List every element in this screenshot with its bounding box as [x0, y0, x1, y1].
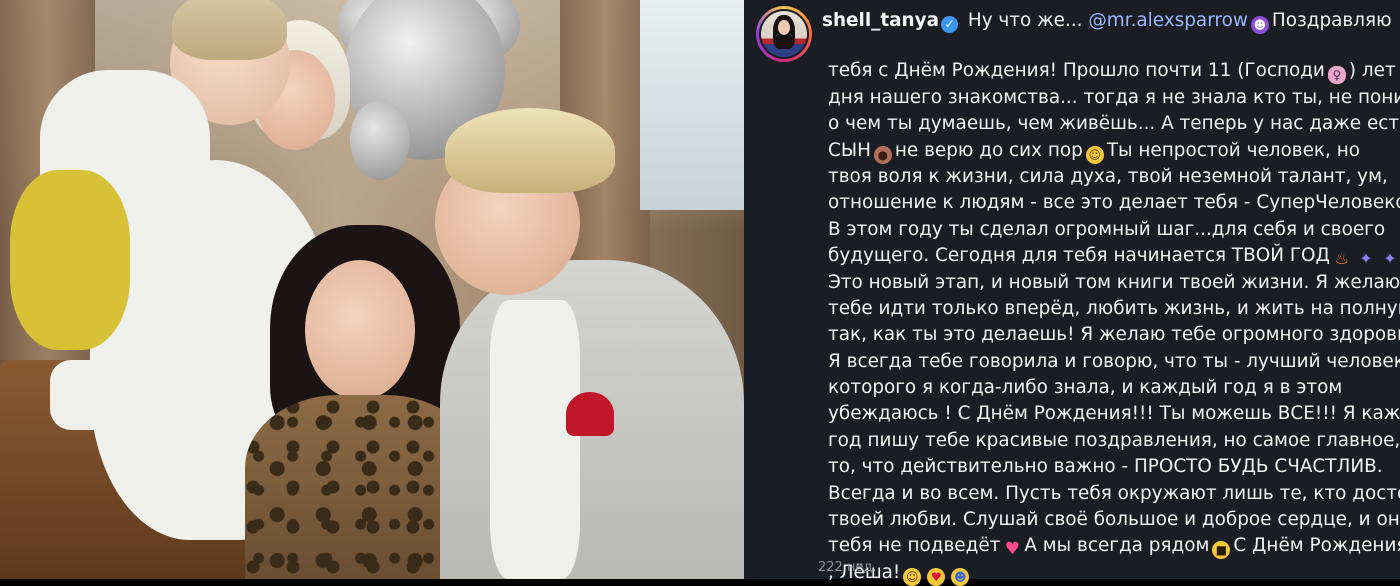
post-timestamp[interactable]: 222 нед. [818, 560, 877, 575]
caption-line: В этом году ты сделал огромный шаг...для… [828, 218, 1386, 240]
sunglasses-face-emoji-icon: ■ [1212, 541, 1231, 560]
avatar-frame [759, 9, 809, 59]
caption-line: которого я когда-либо знала, и каждый го… [828, 377, 1343, 399]
caption-line [756, 32, 1394, 58]
photo-baby-hair [172, 0, 287, 60]
photo-man-hair [445, 108, 615, 193]
caption-line: отношение к людям - все это делает тебя … [828, 192, 1400, 214]
caption-line: дня нашего знакомства... тогда я не знал… [828, 86, 1400, 108]
avatar[interactable] [756, 6, 812, 62]
caption-segment: СЫН [828, 139, 871, 161]
caption-segment: тебя не подведёт [828, 535, 1001, 557]
devil-emoji-icon: ☻ [1250, 16, 1269, 34]
heart-eyes-emoji-icon: ♥ [927, 567, 946, 586]
avatar-face [778, 20, 790, 35]
caption-line: тебя с Днём Рождения! Прошло почти 11 (Г… [828, 58, 1400, 85]
caption-line: shell_tanya ✓ Ну что же... @mr.alexsparro… [822, 8, 1392, 34]
post-caption-panel: shell_tanya ✓ Ну что же... @mr.alexsparro… [744, 0, 1400, 586]
post-view: shell_tanya ✓ Ну что же... @mr.alexsparro… [0, 0, 1400, 586]
caption-line: тебя не подведёт ♥ А мы всегда рядом ■ С Днё… [828, 533, 1400, 560]
party-popper-emoji-icon: ✦ [1383, 249, 1397, 269]
hugging-face-emoji-icon: ☺ [903, 567, 922, 586]
caption-line: твоей любви. Слушай своё большое и добро… [828, 509, 1400, 531]
caption-line: будущего. Сегодня для тебя начинается ТВ… [828, 243, 1397, 269]
caption-segment: А мы всегда рядом [1024, 535, 1210, 557]
photo-man-tshirt [490, 300, 580, 579]
caption-line: так, как ты это делаешь! Я желаю тебе ог… [828, 324, 1400, 346]
party-popper-emoji-icon: ✦ [1359, 249, 1373, 269]
facepalm-emoji-icon: ♀ [1327, 66, 1346, 85]
photo-baby-sock [50, 360, 120, 430]
see-no-evil-emoji-icon: ● [873, 145, 892, 164]
mention-link[interactable]: @mr.alexsparrow [1088, 10, 1248, 31]
caption-line: Это новый этап, и новый том книги твоей … [828, 271, 1400, 293]
caption-line: год пишу тебе красивые поздравления, но … [828, 429, 1400, 451]
caption-line: убеждаюсь ! С Днём Рождения!!! Ты можешь… [828, 403, 1400, 425]
avatar-image [761, 11, 807, 57]
photo-woman-center-face [305, 260, 415, 400]
photo-baby-pants [10, 170, 130, 350]
caption-line: , Лёша! ☺ ♥ ☻ [828, 560, 1394, 586]
caption-line: тебе идти только вперёд, любить жизнь, и… [828, 297, 1400, 319]
caption-line: СЫН ● не верю до сих пор ☺ Ты непростой чело… [828, 138, 1394, 164]
caption-segment: ) лет со [1348, 60, 1400, 82]
photo-balloon-arm [350, 100, 410, 180]
caption-body: тебя с Днём Рождения! Прошло почти 11 (Г… [756, 32, 1400, 586]
caption-segment: будущего. Сегодня для тебя начинается ТВ… [828, 245, 1330, 267]
caption-line: о чем ты думаешь, чем живёшь... А теперь… [828, 113, 1400, 135]
caption-line: Я всегда тебе говорила и говорю, что ты … [828, 350, 1400, 372]
caption-line: то, что действительно важно - ПРОСТО БУД… [828, 456, 1383, 478]
caption-line: твоя воля к жизни, сила духа, твой незем… [828, 165, 1388, 187]
caption-segment: С Днём Рождения [1233, 535, 1400, 557]
caption-text: shell_tanya ✓ Ну что же... @mr.alexsparro… [822, 8, 1392, 34]
username-link[interactable]: shell_tanya [822, 10, 939, 31]
verified-badge-icon: ✓ [941, 16, 959, 33]
caption-segment: Ну что же... [967, 10, 1083, 31]
pink-heart-emoji-icon: ♥ [1004, 539, 1020, 560]
caption-segment: Ты непростой человек, но [1106, 139, 1360, 161]
partying-face-emoji-icon: ☻ [951, 567, 970, 586]
post-photo[interactable] [0, 0, 744, 579]
caption-segment: Поздравляю [1271, 10, 1392, 31]
caption-segment: тебя с Днём Рождения! Прошло почти 11 (Г… [828, 60, 1325, 82]
smiling-face-emoji-icon: ☺ [1085, 145, 1104, 164]
photo-heart-logo [566, 392, 614, 436]
photo-window [640, 0, 744, 210]
caption-segment: не верю до сих пор [894, 139, 1083, 161]
caption-line: Всегда и во всем. Пусть тебя окружают ли… [828, 482, 1400, 504]
fire-emoji-icon: ♨ [1334, 249, 1350, 269]
